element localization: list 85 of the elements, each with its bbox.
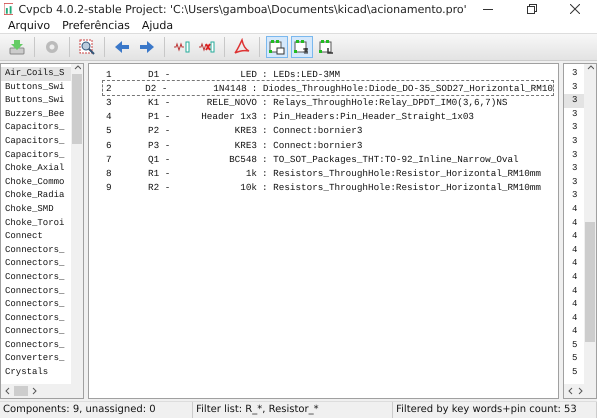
component-row[interactable]: 6 P3 - KRE3 : Connect:bornier3: [103, 138, 553, 152]
status-text: Filtered by key words+pin count: 53: [393, 402, 597, 418]
library-item[interactable]: Connectors_: [1, 270, 71, 284]
library-item[interactable]: Crystals: [1, 366, 71, 380]
footprint-item[interactable]: 5: [564, 366, 584, 380]
component-row[interactable]: 7 Q1 - BC548 : TO_SOT_Packages_THT:TO-92_Inline_Narrow_Oval: [103, 152, 553, 166]
scroll-up-icon[interactable]: [586, 64, 594, 72]
footprint-item[interactable]: 4: [564, 216, 584, 230]
footprint-item[interactable]: 4: [564, 244, 584, 258]
menu-item[interactable]: Ajuda: [136, 18, 180, 33]
component-row[interactable]: 5 P2 - KRE3 : Connect:bornier3: [103, 124, 553, 138]
scroll-left-icon[interactable]: [567, 387, 574, 395]
library-item[interactable]: Choke_Commo: [1, 176, 71, 190]
status-text: Filter list: R_*, Resistor_*: [193, 402, 394, 418]
footprint-item[interactable]: 3: [564, 134, 584, 149]
footprint-item[interactable]: 3: [564, 189, 584, 203]
footprint-item[interactable]: 4: [564, 298, 584, 312]
minimize-icon[interactable]: [483, 8, 494, 10]
footprint-item[interactable]: 3: [564, 121, 584, 135]
scroll-left-icon[interactable]: [4, 387, 11, 395]
left-arrow-icon: [113, 38, 131, 56]
library-item[interactable]: Connect: [1, 230, 71, 244]
footprint-item[interactable]: 4: [564, 230, 584, 244]
component-row[interactable]: 9 R2 - 10k : Resistors_ThroughHole:Resistor_Horizontal_RM10mm: [103, 180, 553, 195]
footprint-item[interactable]: 5: [564, 338, 584, 352]
save-icon: [8, 38, 26, 56]
footprint-item[interactable]: 3: [564, 108, 584, 122]
footprint-item[interactable]: 4: [564, 257, 584, 271]
library-item[interactable]: Choke_Axial: [1, 162, 71, 176]
menu-item[interactable]: Preferências: [56, 18, 136, 33]
library-item[interactable]: Capacitors_: [1, 148, 71, 162]
scroll-right-icon[interactable]: [31, 387, 38, 395]
footprint-item[interactable]: 4: [564, 202, 584, 217]
toolbar-button[interactable]: [266, 36, 288, 58]
scroll-right-icon[interactable]: [577, 387, 584, 395]
footprint-item[interactable]: 4: [564, 284, 584, 298]
scroll-up-icon[interactable]: [74, 64, 80, 72]
close-icon[interactable]: [570, 4, 580, 14]
footprint-item[interactable]: 5: [564, 352, 584, 366]
scrollbar-thumb[interactable]: [72, 74, 82, 144]
library-item[interactable]: Connectors_: [1, 298, 71, 312]
window-title: Cvpcb 4.0.2-stable Project: 'C:\Users\gamboa\Documents\kicad\acionamento.pro': [18, 2, 467, 16]
component-row[interactable]: 4 P1 - Header 1x3 : Pin_Headers:Pin_Header_Straight_1x03: [103, 110, 553, 124]
toolbar-button[interactable]: [291, 36, 313, 58]
library-item[interactable]: Connectors_: [1, 325, 71, 339]
component-row[interactable]: 1 D1 - LED : LEDs:LED-3MM: [103, 67, 553, 82]
scrollbar-thumb[interactable]: [585, 222, 595, 342]
library-item[interactable]: Converters_: [1, 352, 71, 366]
library-item[interactable]: Buttons_Swi: [1, 94, 71, 108]
footprint-item[interactable]: 3: [564, 94, 584, 108]
menu-item[interactable]: Arquivo: [2, 18, 56, 33]
restore-icon[interactable]: [526, 4, 537, 14]
library-item[interactable]: Air_Coils_S: [1, 67, 71, 81]
footprint-item[interactable]: 4: [564, 312, 584, 326]
component-row[interactable]: 2 D2 - 1N4148 : Diodes_ThroughHole:Diode_DO-35_SOD27_Horizontal_RM10: [103, 81, 553, 96]
library-item[interactable]: Connectors_: [1, 257, 71, 271]
footprint-filter-icon: [293, 38, 311, 56]
footprint-item[interactable]: 3: [564, 67, 584, 81]
footprint-item[interactable]: 3: [564, 80, 584, 94]
footprint-filter-icon: [268, 38, 286, 56]
pdf-icon: [233, 38, 251, 56]
library-item[interactable]: Choke_SMD: [1, 202, 71, 217]
footprint-item[interactable]: 3: [564, 162, 584, 176]
library-item[interactable]: Choke_Toroi: [1, 216, 71, 230]
library-item[interactable]: Connectors_: [1, 338, 71, 352]
footprint-item[interactable]: 3: [564, 148, 584, 162]
footprint-filter-icon: [318, 38, 336, 56]
library-item[interactable]: Buttons_Swi: [1, 80, 71, 94]
app-icon: [4, 3, 14, 15]
library-item[interactable]: Connectors_: [1, 244, 71, 258]
footprint-item[interactable]: 4: [564, 325, 584, 339]
component-row[interactable]: 8 R1 - 1k : Resistors_ThroughHole:Resistor_Horizontal_RM10mm: [103, 166, 553, 180]
scrollbar-thumb[interactable]: [14, 386, 28, 396]
library-item[interactable]: Choke_Radia: [1, 189, 71, 203]
library-item[interactable]: Connectors_: [1, 312, 71, 326]
status-text: Components: 9, unassigned: 0: [0, 402, 194, 418]
component-row[interactable]: 3 K1 - RELE_NOVO : Relays_ThroughHole:Relay_DPDT_IM0(3,6,7)NS: [103, 95, 553, 110]
library-item[interactable]: Capacitors_: [1, 121, 71, 135]
library-item[interactable]: Connectors_: [1, 284, 71, 298]
footprint-item[interactable]: 4: [564, 270, 584, 284]
right-arrow-icon: [138, 38, 156, 56]
magnifier-icon: [78, 38, 96, 56]
library-item[interactable]: Capacitors_: [1, 134, 71, 149]
footprint-item[interactable]: 3: [564, 176, 584, 190]
library-item[interactable]: Buzzers_Bee: [1, 108, 71, 122]
